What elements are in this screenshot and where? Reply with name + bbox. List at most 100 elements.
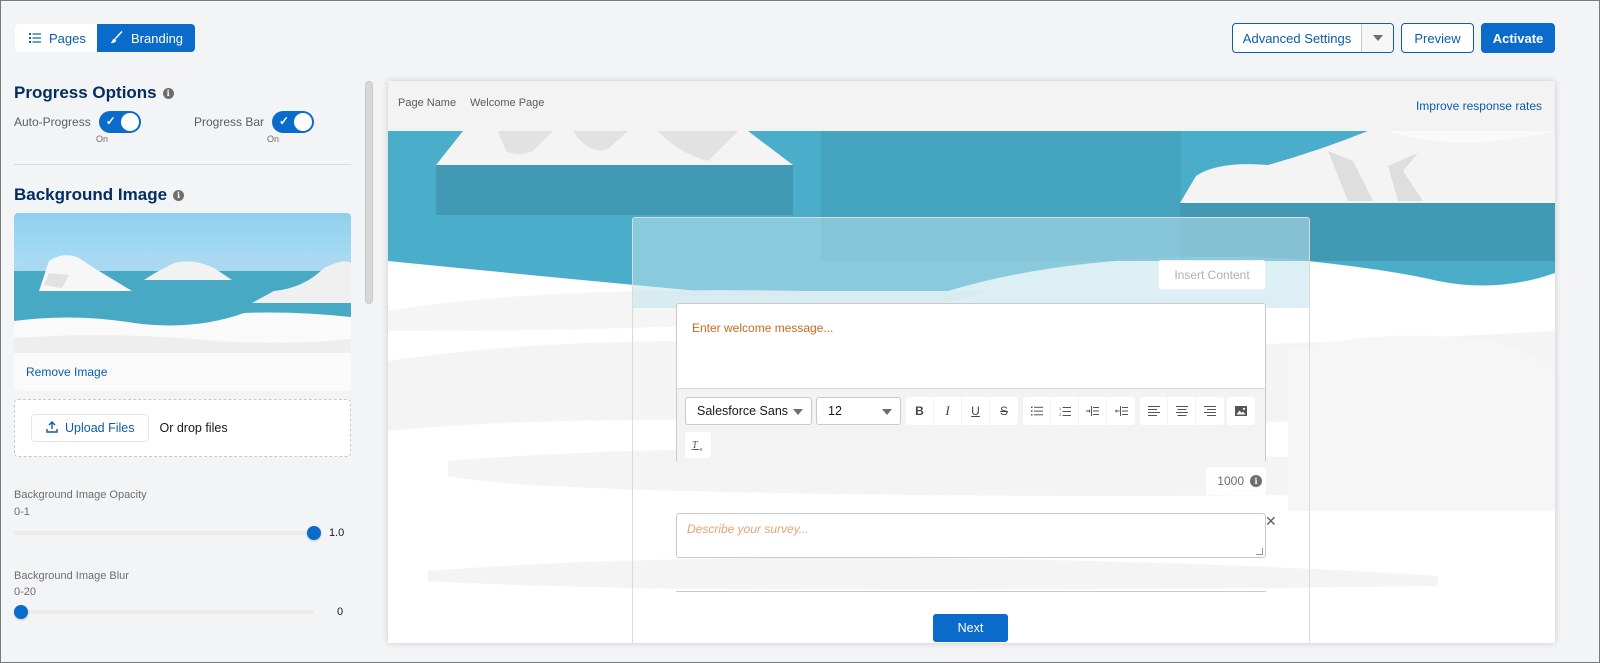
font-size-select[interactable]: 12: [816, 397, 901, 425]
underline-icon: U: [971, 404, 980, 418]
info-icon[interactable]: i: [173, 189, 185, 201]
description-placeholder: Describe your survey...: [687, 522, 809, 536]
caret-down-icon: [882, 409, 892, 415]
advanced-settings-label: Advanced Settings: [1242, 30, 1352, 46]
indent-button[interactable]: [1079, 397, 1107, 425]
activate-button[interactable]: Activate: [1481, 23, 1555, 53]
page-name-label: Page Name: [398, 97, 457, 109]
remove-image-row: Remove Image: [14, 353, 351, 391]
opacity-slider-thumb[interactable]: [307, 526, 321, 540]
align-left-icon: [1147, 406, 1160, 416]
close-icon[interactable]: ✕: [1265, 513, 1277, 530]
clear-formatting-button[interactable]: Tx: [685, 432, 711, 458]
character-limit-value: 1000: [1217, 474, 1244, 488]
advanced-settings-dropdown[interactable]: [1361, 24, 1393, 52]
bulleted-list-button[interactable]: [1023, 397, 1051, 425]
drop-files-text: Or drop files: [159, 421, 228, 435]
progress-options-title: Progress Options: [14, 83, 157, 102]
svg-text:x: x: [700, 447, 703, 451]
list-indent-group: 12: [1023, 397, 1135, 425]
check-icon: ✓: [105, 114, 116, 128]
upload-files-button[interactable]: Upload Files: [31, 414, 150, 442]
numbered-list-button[interactable]: 12: [1051, 397, 1079, 425]
resize-handle-icon[interactable]: [1256, 548, 1263, 555]
underline-button[interactable]: U: [962, 397, 990, 425]
caret-down-icon: [793, 409, 803, 415]
bold-icon: B: [915, 404, 924, 418]
info-icon[interactable]: i: [162, 87, 174, 99]
progress-options-heading: Progress Options i: [14, 83, 174, 103]
toggle-knob: [120, 113, 139, 131]
section-divider: [14, 164, 351, 165]
auto-progress-row: Auto-Progress ✓: [14, 111, 141, 133]
blur-slider-thumb[interactable]: [14, 605, 28, 619]
card-divider: [676, 591, 1266, 592]
panel-scrollbar[interactable]: [365, 81, 373, 304]
tab-pages[interactable]: Pages: [15, 24, 97, 52]
background-image-title: Background Image: [14, 185, 168, 204]
blur-value: 0: [337, 606, 344, 618]
italic-button[interactable]: I: [934, 397, 962, 425]
progress-bar-row: Progress Bar ✓: [194, 111, 315, 133]
svg-text:2: 2: [1059, 412, 1062, 417]
formatting-toolbar: Salesforce Sans 12 B I U S 12 T x: [677, 388, 1265, 463]
list-icon: [29, 31, 41, 46]
blur-label: Background Image Blur: [14, 570, 129, 582]
insert-image-button[interactable]: [1227, 397, 1255, 425]
welcome-message-input[interactable]: Enter welcome message...: [677, 304, 1265, 388]
align-left-button[interactable]: [1140, 397, 1168, 425]
bold-button[interactable]: B: [906, 397, 934, 425]
character-limit: 1000 i: [1206, 467, 1266, 495]
remove-image-link[interactable]: Remove Image: [26, 365, 107, 379]
next-button[interactable]: Next: [933, 614, 1008, 642]
tab-pages-label: Pages: [49, 30, 86, 46]
clear-formatting-icon: Tx: [691, 440, 703, 451]
auto-progress-toggle[interactable]: ✓: [98, 111, 141, 133]
blur-range: 0-20: [14, 586, 37, 598]
align-center-button[interactable]: [1168, 397, 1196, 425]
align-center-icon: [1175, 406, 1188, 416]
align-right-button[interactable]: [1196, 397, 1224, 425]
check-icon: ✓: [279, 114, 290, 128]
bulleted-list-icon: [1030, 406, 1043, 416]
progress-bar-toggle[interactable]: ✓: [272, 111, 315, 133]
canvas-header: Page Name Welcome Page Improve response …: [388, 81, 1555, 131]
outdent-button[interactable]: [1107, 397, 1135, 425]
improve-response-rates-link[interactable]: Improve response rates: [1416, 99, 1542, 113]
italic-icon: I: [945, 403, 950, 418]
text-style-group: B I U S: [906, 397, 1018, 425]
background-image-thumbnail: [14, 213, 351, 353]
preview-button[interactable]: Preview: [1401, 23, 1474, 53]
page-name-value[interactable]: Welcome Page: [470, 97, 544, 109]
font-family-select[interactable]: Salesforce Sans: [685, 397, 812, 425]
brush-icon: [110, 30, 123, 46]
progress-bar-label: Progress Bar: [194, 115, 265, 129]
file-dropzone[interactable]: Upload Files Or drop files: [14, 399, 351, 457]
blur-slider-track[interactable]: [14, 610, 314, 614]
tab-branding-label: Branding: [131, 30, 184, 46]
font-size-value: 12: [828, 404, 842, 418]
background-image-heading: Background Image i: [14, 185, 185, 205]
view-tab-group: Pages Branding: [15, 24, 195, 52]
auto-progress-label: Auto-Progress: [14, 115, 91, 129]
progress-bar-state: On: [267, 134, 280, 144]
upload-icon: [46, 420, 58, 436]
welcome-rich-text-editor: Enter welcome message... Salesforce Sans…: [676, 303, 1266, 463]
opacity-value: 1.0: [329, 527, 345, 539]
tab-branding[interactable]: Branding: [97, 24, 195, 52]
insert-content-button[interactable]: Insert Content: [1158, 260, 1266, 290]
insert-image-group: [1227, 397, 1255, 425]
opacity-slider-track[interactable]: [14, 531, 314, 535]
advanced-settings-split-button: Advanced Settings: [1232, 23, 1394, 53]
toggle-knob: [294, 113, 313, 131]
survey-preview-canvas: Page Name Welcome Page Improve response …: [388, 81, 1555, 643]
opacity-label: Background Image Opacity: [14, 489, 147, 501]
outdent-icon: [1114, 406, 1128, 416]
svg-text:1: 1: [1059, 406, 1062, 411]
info-icon[interactable]: i: [1250, 475, 1262, 487]
advanced-settings-button[interactable]: Advanced Settings: [1233, 24, 1361, 52]
strikethrough-button[interactable]: S: [990, 397, 1018, 425]
auto-progress-state: On: [96, 134, 109, 144]
upload-files-label: Upload Files: [65, 421, 135, 435]
survey-description-input[interactable]: Describe your survey...: [676, 513, 1266, 558]
